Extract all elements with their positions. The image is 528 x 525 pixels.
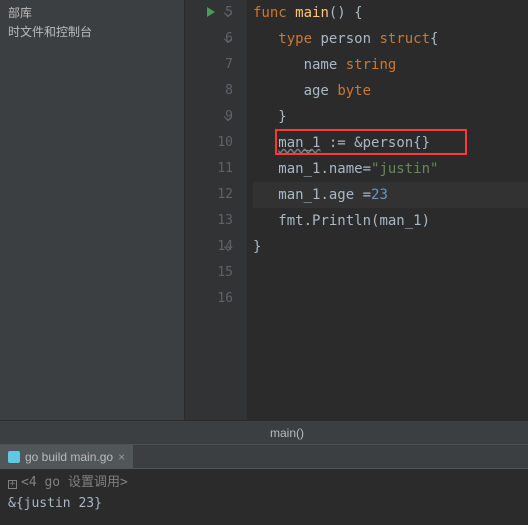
line-number: 8 <box>185 78 233 104</box>
go-icon <box>8 451 20 463</box>
console[interactable]: +<4 go 设置调用> &{justin 23} <box>0 468 528 519</box>
expand-icon[interactable]: + <box>8 480 17 489</box>
sidebar-item[interactable]: 部库 <box>8 4 176 23</box>
line-number: 13 <box>185 208 233 234</box>
tab-label: go build main.go <box>25 450 113 464</box>
run-tab[interactable]: go build main.go × <box>0 445 133 469</box>
sidebar-item[interactable]: 时文件和控制台 <box>8 23 176 42</box>
code-line[interactable]: name string <box>253 52 528 78</box>
run-icon[interactable] <box>207 7 215 17</box>
fold-icon[interactable] <box>224 243 232 251</box>
code-line[interactable]: man_1 := &person{} <box>253 130 528 156</box>
code-line[interactable]: type person struct{ <box>253 26 528 52</box>
breadcrumb-text: main() <box>270 426 304 440</box>
gutter: 5678910111213141516 <box>185 0 247 420</box>
sidebar: 部库 时文件和控制台 <box>0 0 185 420</box>
console-output: &{justin 23} <box>8 494 520 515</box>
code-area[interactable]: func main() { type person struct{ name s… <box>247 0 528 420</box>
line-number: 7 <box>185 52 233 78</box>
run-tab-bar: go build main.go × <box>0 444 528 468</box>
line-number: 9 <box>185 104 233 130</box>
code-line[interactable]: man_1.name="justin" <box>253 156 528 182</box>
line-number: 11 <box>185 156 233 182</box>
close-icon[interactable]: × <box>118 450 125 464</box>
code-line[interactable]: func main() { <box>253 0 528 26</box>
line-number: 5 <box>185 0 233 26</box>
code-line[interactable]: } <box>253 104 528 130</box>
fold-icon[interactable] <box>224 113 232 121</box>
fold-icon[interactable] <box>224 9 232 17</box>
code-line[interactable]: fmt.Println(man_1) <box>253 208 528 234</box>
console-meta: +<4 go 设置调用> <box>8 473 520 494</box>
code-line[interactable] <box>253 260 528 286</box>
line-number: 6 <box>185 26 233 52</box>
code-line[interactable]: } <box>253 234 528 260</box>
code-line[interactable]: man_1.age =23 <box>253 182 528 208</box>
fold-icon[interactable] <box>224 35 232 43</box>
line-number: 12 <box>185 182 233 208</box>
editor[interactable]: 5678910111213141516 func main() { type p… <box>185 0 528 420</box>
code-line[interactable]: age byte <box>253 78 528 104</box>
breadcrumb[interactable]: main() <box>0 420 528 444</box>
line-number: 14 <box>185 234 233 260</box>
line-number: 10 <box>185 130 233 156</box>
code-line[interactable] <box>253 286 528 312</box>
line-number: 16 <box>185 286 233 312</box>
line-number: 15 <box>185 260 233 286</box>
